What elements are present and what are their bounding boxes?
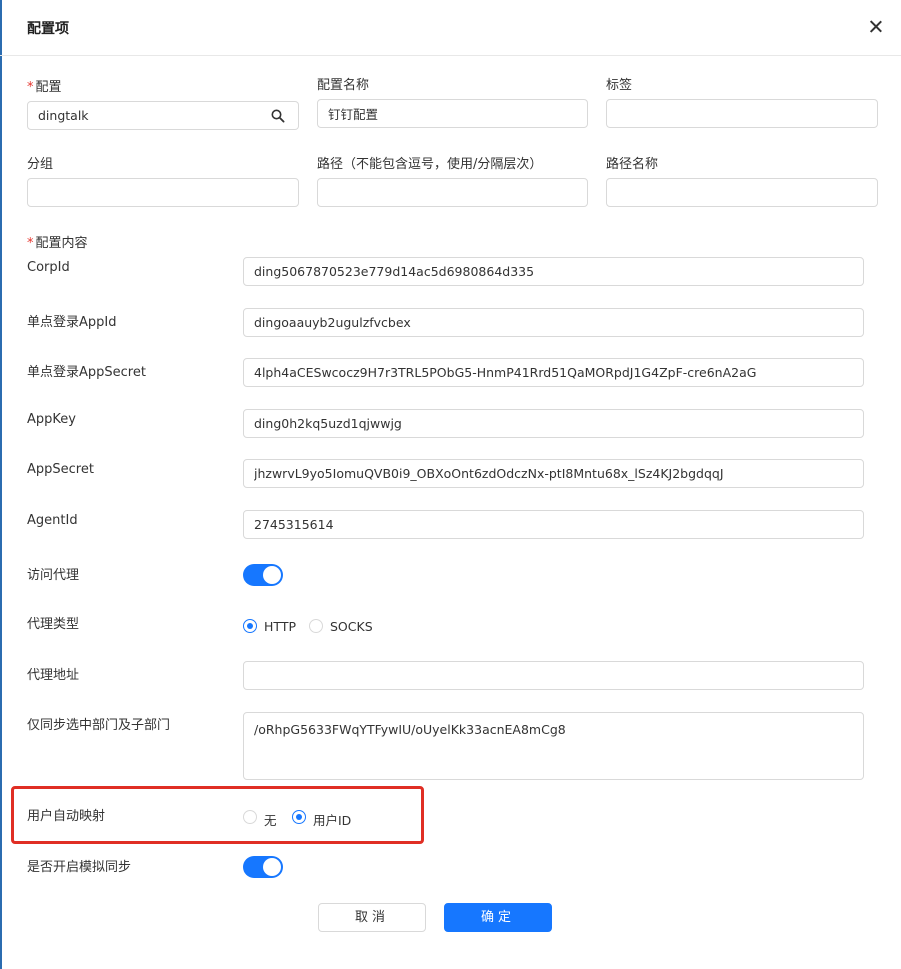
dialog-header: 配置项 <box>0 0 901 56</box>
proxy-type-label: 代理类型 <box>27 617 80 632</box>
ok-button[interactable]: 确定 <box>444 903 552 932</box>
sync-depts-textarea[interactable]: /oRhpG5633FWqYTFywIU/oUyelKk33acnEA8mCg8 <box>243 712 864 780</box>
tags-input[interactable] <box>606 99 878 128</box>
config-input[interactable] <box>27 101 258 130</box>
config-label-text: 配置 <box>35 80 62 95</box>
cancel-button[interactable]: 取消 <box>318 903 426 932</box>
required-mark: * <box>27 236 34 251</box>
path-name-input[interactable] <box>606 178 878 207</box>
sso-app-id-input[interactable] <box>243 308 864 337</box>
proxy-type-http-label[interactable]: HTTP <box>264 619 296 634</box>
proxy-toggle[interactable] <box>243 564 283 586</box>
proxy-label: 访问代理 <box>27 568 80 583</box>
sync-depts-label: 仅同步选中部门及子部门 <box>27 718 171 733</box>
path-name-label: 路径名称 <box>606 157 659 172</box>
config-label: * 配置 <box>27 76 62 95</box>
config-search-button[interactable] <box>257 101 299 130</box>
content-label-text: 配置内容 <box>35 236 88 251</box>
agent-id-input[interactable] <box>243 510 864 539</box>
close-icon[interactable] <box>865 16 887 38</box>
corp-id-label: CorpId <box>27 260 70 275</box>
dialog-left-edge <box>0 0 2 969</box>
user-mapping-none-radio[interactable] <box>243 810 257 824</box>
user-mapping-label: 用户自动映射 <box>27 809 106 824</box>
proxy-type-http-radio[interactable] <box>243 619 257 633</box>
agent-id-label: AgentId <box>27 513 78 528</box>
path-input[interactable] <box>317 178 588 207</box>
required-mark: * <box>27 80 34 95</box>
app-key-input[interactable] <box>243 409 864 438</box>
dialog-title: 配置项 <box>27 21 69 37</box>
sso-app-id-label: 单点登录AppId <box>27 315 117 330</box>
search-icon <box>271 109 285 123</box>
path-label: 路径（不能包含逗号，使用/分隔层次） <box>317 157 543 172</box>
user-mapping-userid-radio[interactable] <box>292 810 306 824</box>
proxy-type-socks-radio[interactable] <box>309 619 323 633</box>
app-key-label: AppKey <box>27 412 76 427</box>
simulate-sync-label: 是否开启模拟同步 <box>27 860 132 875</box>
proxy-type-socks-label[interactable]: SOCKS <box>330 619 373 634</box>
sso-app-secret-label: 单点登录AppSecret <box>27 365 146 380</box>
app-secret-input[interactable] <box>243 459 864 488</box>
config-name-label: 配置名称 <box>317 78 370 93</box>
user-mapping-userid-label[interactable]: 用户ID <box>313 810 351 829</box>
config-name-input[interactable] <box>317 99 588 128</box>
content-label: * 配置内容 <box>27 232 88 251</box>
user-mapping-none-label[interactable]: 无 <box>264 810 277 829</box>
config-dialog: 配置项 *配置 配置名称 标签 分组 路径（不能包含逗号，使用/分隔层次） 路径… <box>0 0 901 969</box>
simulate-sync-toggle[interactable] <box>243 856 283 878</box>
proxy-address-label: 代理地址 <box>27 668 80 683</box>
tags-label: 标签 <box>606 78 633 93</box>
app-secret-label: AppSecret <box>27 462 94 477</box>
group-label: 分组 <box>27 157 54 172</box>
group-input[interactable] <box>27 178 299 207</box>
proxy-address-input[interactable] <box>243 661 864 690</box>
sso-app-secret-input[interactable] <box>243 358 864 387</box>
corp-id-input[interactable] <box>243 257 864 286</box>
